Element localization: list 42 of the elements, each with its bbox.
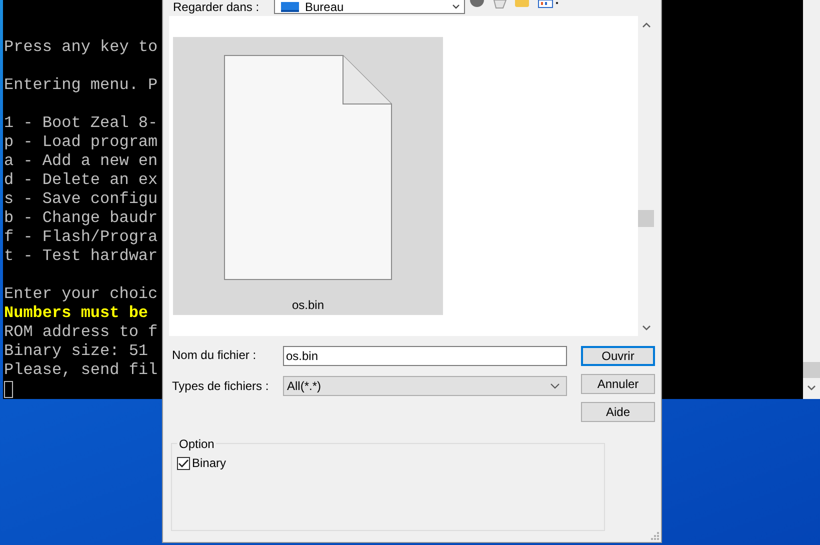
caret-icon: [550, 383, 560, 389]
terminal-line: Entering menu. P: [4, 76, 158, 95]
terminal-line: Press any key to: [4, 38, 158, 57]
terminal-line: 1 - Boot Zeal 8-: [4, 114, 158, 133]
scroll-up-icon[interactable]: [642, 22, 651, 28]
binary-checkbox[interactable]: Binary: [177, 456, 226, 470]
terminal-line: Binary size: 51: [4, 342, 148, 361]
terminal-line: b - Change baudr: [4, 209, 158, 228]
option-group-title: Option: [177, 437, 216, 451]
dialog-button[interactable]: Annuler: [581, 374, 655, 394]
scrollbar-thumb[interactable]: [638, 210, 654, 227]
view-menu-icon[interactable]: [538, 0, 560, 8]
terminal-line: Please, send fil: [4, 361, 158, 380]
terminal-line: f - Flash/Progra: [4, 228, 158, 247]
terminal-line: Enter your choic: [4, 285, 158, 304]
dialog-button[interactable]: Aide: [581, 402, 655, 422]
terminal-line: a - Add a new en: [4, 152, 158, 171]
resize-grip-icon[interactable]: [651, 532, 659, 540]
file-type-dropdown[interactable]: All(*.*): [283, 376, 567, 396]
terminal-line: s - Save configu: [4, 190, 158, 209]
scroll-down-icon[interactable]: [642, 325, 651, 331]
text-cursor: [4, 381, 13, 398]
caret-icon: [452, 4, 460, 9]
terminal-line: ROM address to f: [4, 323, 158, 342]
checkmark-icon: [178, 458, 189, 468]
file-name: os.bin: [292, 298, 324, 312]
dialog-button[interactable]: Ouvrir: [581, 346, 655, 366]
file-tile[interactable]: os.bin: [173, 37, 443, 315]
terminal-line: p - Load program: [4, 133, 158, 152]
file-name-label: Nom du fichier :: [172, 348, 256, 362]
look-in-dropdown[interactable]: Bureau: [274, 0, 465, 14]
look-in-label: Regarder dans :: [173, 0, 260, 14]
terminal-line: t - Test hardwar: [4, 247, 158, 266]
terminal-line: Numbers must be: [4, 304, 148, 323]
terminal-line: d - Delete an ex: [4, 171, 158, 190]
scrollbar-thumb[interactable]: [803, 362, 820, 378]
scroll-down-icon[interactable]: [807, 385, 816, 391]
file-type-label: Types de fichiers :: [172, 379, 269, 393]
file-name-field[interactable]: os.bin: [283, 346, 567, 366]
desktop-icon: [281, 2, 299, 12]
document-icon: [224, 55, 392, 280]
back-icon[interactable]: [470, 0, 484, 10]
